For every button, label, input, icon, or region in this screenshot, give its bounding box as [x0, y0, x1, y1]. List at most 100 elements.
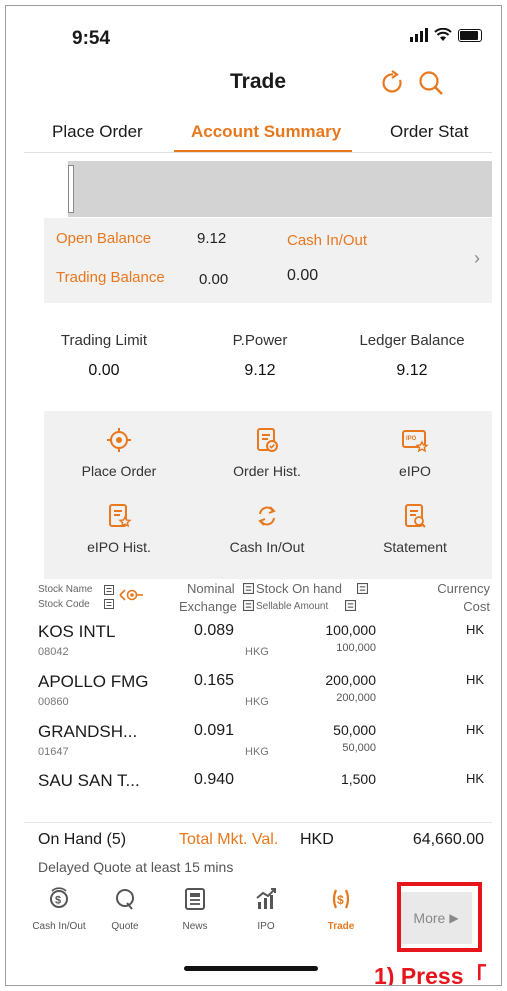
eye-target-icon[interactable]	[118, 587, 144, 603]
menu-eipo-history[interactable]: eIPO Hist.	[44, 503, 194, 555]
sort-icon[interactable]	[104, 599, 114, 609]
tabbar-cash-inout[interactable]: $ Cash In/Out	[24, 886, 94, 932]
tabbar-label: News	[182, 921, 208, 932]
menu-label: Statement	[383, 539, 447, 555]
cash-icon: $	[50, 887, 68, 908]
currency: HK	[465, 672, 484, 687]
document-search-icon	[405, 504, 426, 528]
menu-place-order[interactable]: Place Order	[44, 427, 194, 479]
tab-order-status[interactable]: Order Stat	[390, 122, 468, 142]
document-star-icon	[109, 504, 132, 528]
cash-inout-value: 0.00	[287, 267, 319, 284]
instruction-annotation: 1) Press「	[374, 963, 487, 986]
menu-label: Cash In/Out	[229, 539, 305, 555]
holdings-table-header: Stock Name Stock Code Nominal Exchange S…	[24, 579, 492, 619]
ipo-chart-icon	[256, 888, 276, 909]
sort-icon[interactable]	[243, 583, 254, 594]
account-selector[interactable]	[68, 161, 492, 217]
header-exchange[interactable]: Exchange	[179, 599, 237, 614]
ipo-card-icon: IPO	[402, 430, 429, 453]
stock-on-hand: 1,500	[340, 771, 376, 787]
tabbar-trade[interactable]: $ Trade	[306, 886, 376, 932]
tabbar-quote[interactable]: Quote	[90, 886, 160, 932]
holding-row[interactable]: GRANDSH... 01647 0.091 HKG 50,000 50,000…	[24, 722, 492, 762]
sellable-amount: 50,000	[342, 742, 376, 754]
status-icons	[410, 28, 482, 42]
total-mkt-val-label: Total Mkt. Val.	[179, 831, 279, 848]
tabbar-ipo[interactable]: IPO	[231, 886, 301, 932]
tabbar-label: IPO	[257, 921, 275, 932]
menu-label: Place Order	[81, 463, 157, 479]
holding-row[interactable]: KOS INTL 08042 0.089 HKG 100,000 100,000…	[24, 622, 492, 662]
phone-screen: 9:54 Trade Place Order Account Summary O…	[24, 6, 492, 986]
refresh-icon[interactable]	[378, 68, 408, 98]
tabbar-label: Cash In/Out	[32, 921, 86, 932]
menu-cash-inout[interactable]: Cash In/Out	[192, 503, 342, 555]
sort-icon[interactable]	[243, 600, 254, 611]
currency: HK	[465, 622, 484, 637]
ppower-label: P.Power	[232, 332, 288, 349]
sort-icon[interactable]	[357, 583, 368, 594]
trading-limit-label: Trading Limit	[60, 332, 148, 349]
total-currency: HKD	[300, 831, 334, 848]
highlight-box	[397, 882, 482, 952]
header-nominal[interactable]: Nominal	[187, 581, 235, 596]
active-tab-indicator	[174, 150, 352, 152]
balance-summary[interactable]: Open Balance 9.12 Cash In/Out Trading Ba…	[44, 218, 492, 303]
status-time: 9:54	[72, 28, 111, 49]
stock-on-hand: 100,000	[325, 622, 376, 638]
stock-on-hand: 50,000	[333, 722, 376, 738]
header-stock-on-hand[interactable]: Stock On hand	[256, 581, 342, 596]
stock-name: APOLLO FMG	[38, 672, 149, 691]
nominal-price: 0.940	[194, 771, 235, 788]
header-currency[interactable]: Currency	[437, 581, 490, 596]
stock-code: 08042	[38, 646, 69, 658]
menu-eipo[interactable]: IPO eIPO	[340, 427, 490, 479]
document-check-icon	[257, 428, 278, 452]
holding-row[interactable]: APOLLO FMG 00860 0.165 HKG 200,000 200,0…	[24, 672, 492, 712]
header-stock-name[interactable]: Stock Name	[38, 584, 92, 595]
home-indicator[interactable]	[184, 966, 318, 971]
currency: HK	[465, 771, 484, 786]
header-sellable-amount[interactable]: Sellable Amount	[256, 601, 328, 612]
sellable-amount: 200,000	[336, 692, 376, 704]
tabbar-news[interactable]: News	[160, 886, 230, 932]
screenshot-frame: 9:54 Trade Place Order Account Summary O…	[5, 5, 502, 986]
svg-text:$: $	[337, 893, 344, 907]
nominal-price: 0.091	[194, 722, 235, 739]
tab-bar: Place Order Account Summary Order Stat	[24, 110, 492, 153]
sellable-amount: 100,000	[336, 642, 376, 654]
open-balance-value: 9.12	[197, 230, 227, 247]
stock-code: 00860	[38, 696, 69, 708]
header-stock-code[interactable]: Stock Code	[38, 599, 90, 610]
stock-name: KOS INTL	[38, 622, 116, 641]
menu-label: Order Hist.	[233, 463, 301, 479]
trading-balance-label: Trading Balance	[56, 269, 165, 286]
function-menu: Place Order Order Hist. IPO eIPO eIPO Hi…	[44, 411, 492, 579]
nominal-price: 0.165	[194, 672, 235, 689]
search-icon[interactable]	[416, 68, 446, 98]
quote-icon	[116, 889, 134, 910]
svg-text:$: $	[55, 895, 61, 907]
tab-place-order[interactable]: Place Order	[52, 122, 143, 142]
tabbar-label: Quote	[111, 921, 139, 932]
trade-icon: $	[332, 889, 350, 909]
account-selector-stub	[68, 165, 74, 213]
stock-on-hand: 200,000	[325, 672, 376, 688]
battery-icon	[458, 28, 482, 42]
trading-limit-value: 0.00	[88, 362, 120, 379]
menu-statement[interactable]: Statement	[340, 503, 490, 555]
chevron-right-icon[interactable]: ›	[474, 248, 480, 269]
tab-account-summary[interactable]: Account Summary	[191, 122, 341, 142]
menu-order-history[interactable]: Order Hist.	[192, 427, 342, 479]
wifi-icon	[434, 28, 452, 41]
target-icon	[107, 428, 131, 452]
stock-name: SAU SAN T...	[38, 771, 140, 790]
holding-row[interactable]: SAU SAN T... 0.940 1,500 HK	[24, 771, 492, 805]
menu-label: eIPO	[399, 463, 431, 479]
sort-icon[interactable]	[104, 585, 114, 595]
currency: HK	[465, 722, 484, 737]
total-mkt-val: 64,660.00	[412, 831, 484, 848]
sort-icon[interactable]	[345, 600, 356, 611]
header-cost[interactable]: Cost	[463, 599, 490, 614]
